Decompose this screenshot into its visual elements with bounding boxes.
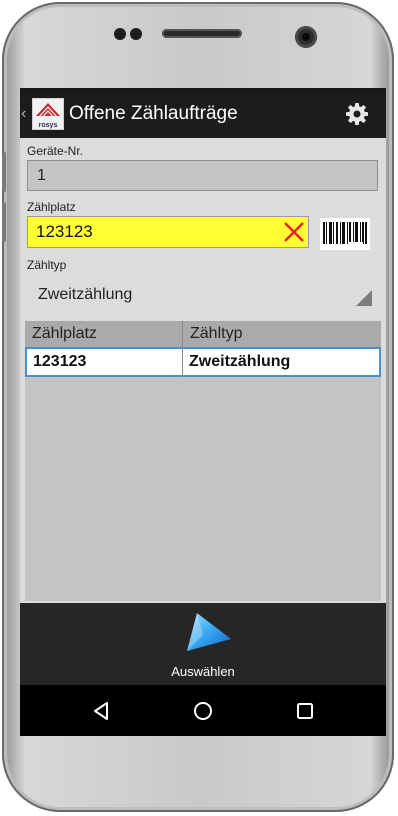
column-header-location[interactable]: Zählplatz	[25, 321, 182, 347]
sensor-dot	[130, 28, 142, 40]
front-camera	[295, 26, 317, 48]
main-content: Geräte-Nr. 1 Zählplatz 123123 Zähltyp Zw…	[20, 138, 386, 603]
table-header: Zählplatz Zähltyp	[25, 321, 381, 347]
back-chevron-icon[interactable]: ‹	[21, 106, 26, 122]
volume-down-button	[2, 202, 6, 242]
play-arrow-icon	[183, 611, 233, 655]
cell-location: 123123	[33, 353, 87, 370]
column-header-type[interactable]: Zähltyp	[183, 321, 381, 347]
volume-up-button	[2, 152, 6, 192]
action-bar: Auswählen	[20, 603, 386, 685]
count-location-input[interactable]: 123123	[27, 216, 309, 248]
count-location-label: Zählplatz	[27, 200, 76, 214]
count-type-select[interactable]: Zweitzählung	[27, 278, 378, 312]
circle-home-icon[interactable]	[191, 699, 215, 723]
count-location-value: 123123	[36, 222, 93, 241]
clear-x-icon[interactable]	[283, 221, 305, 243]
dropdown-corner-icon	[356, 290, 372, 306]
cell-type: Zweitzählung	[189, 353, 291, 370]
android-nav-bar	[20, 685, 386, 736]
page-title: Offene Zählaufträge	[69, 103, 238, 124]
count-type-label: Zähltyp	[27, 258, 67, 272]
table-row[interactable]: 123123 Zweitzählung	[25, 347, 381, 377]
results-table: Zählplatz Zähltyp 123123 Zweitzählung	[25, 321, 381, 601]
triangle-back-icon[interactable]	[90, 699, 114, 723]
phone-frame: ‹ rosys Offene Zählaufträge Geräte-Nr. 1…	[2, 2, 394, 812]
app-logo: rosys	[32, 98, 64, 130]
sensor-dot	[114, 28, 126, 40]
square-recents-icon[interactable]	[293, 699, 317, 723]
barcode-icon[interactable]	[320, 218, 370, 250]
device-no-label: Geräte-Nr.	[27, 144, 84, 158]
app-screen: ‹ rosys Offene Zählaufträge Geräte-Nr. 1…	[20, 88, 386, 736]
select-button-label: Auswählen	[171, 664, 235, 679]
earpiece-speaker	[162, 29, 242, 38]
count-type-selected: Zweitzählung	[38, 286, 133, 303]
device-no-field[interactable]: 1	[27, 160, 378, 191]
svg-text:rosys: rosys	[39, 122, 58, 129]
select-button[interactable]: Auswählen	[153, 611, 253, 683]
column-divider	[182, 321, 183, 377]
app-bar: ‹ rosys Offene Zählaufträge	[20, 92, 386, 138]
gear-icon[interactable]	[345, 102, 369, 126]
